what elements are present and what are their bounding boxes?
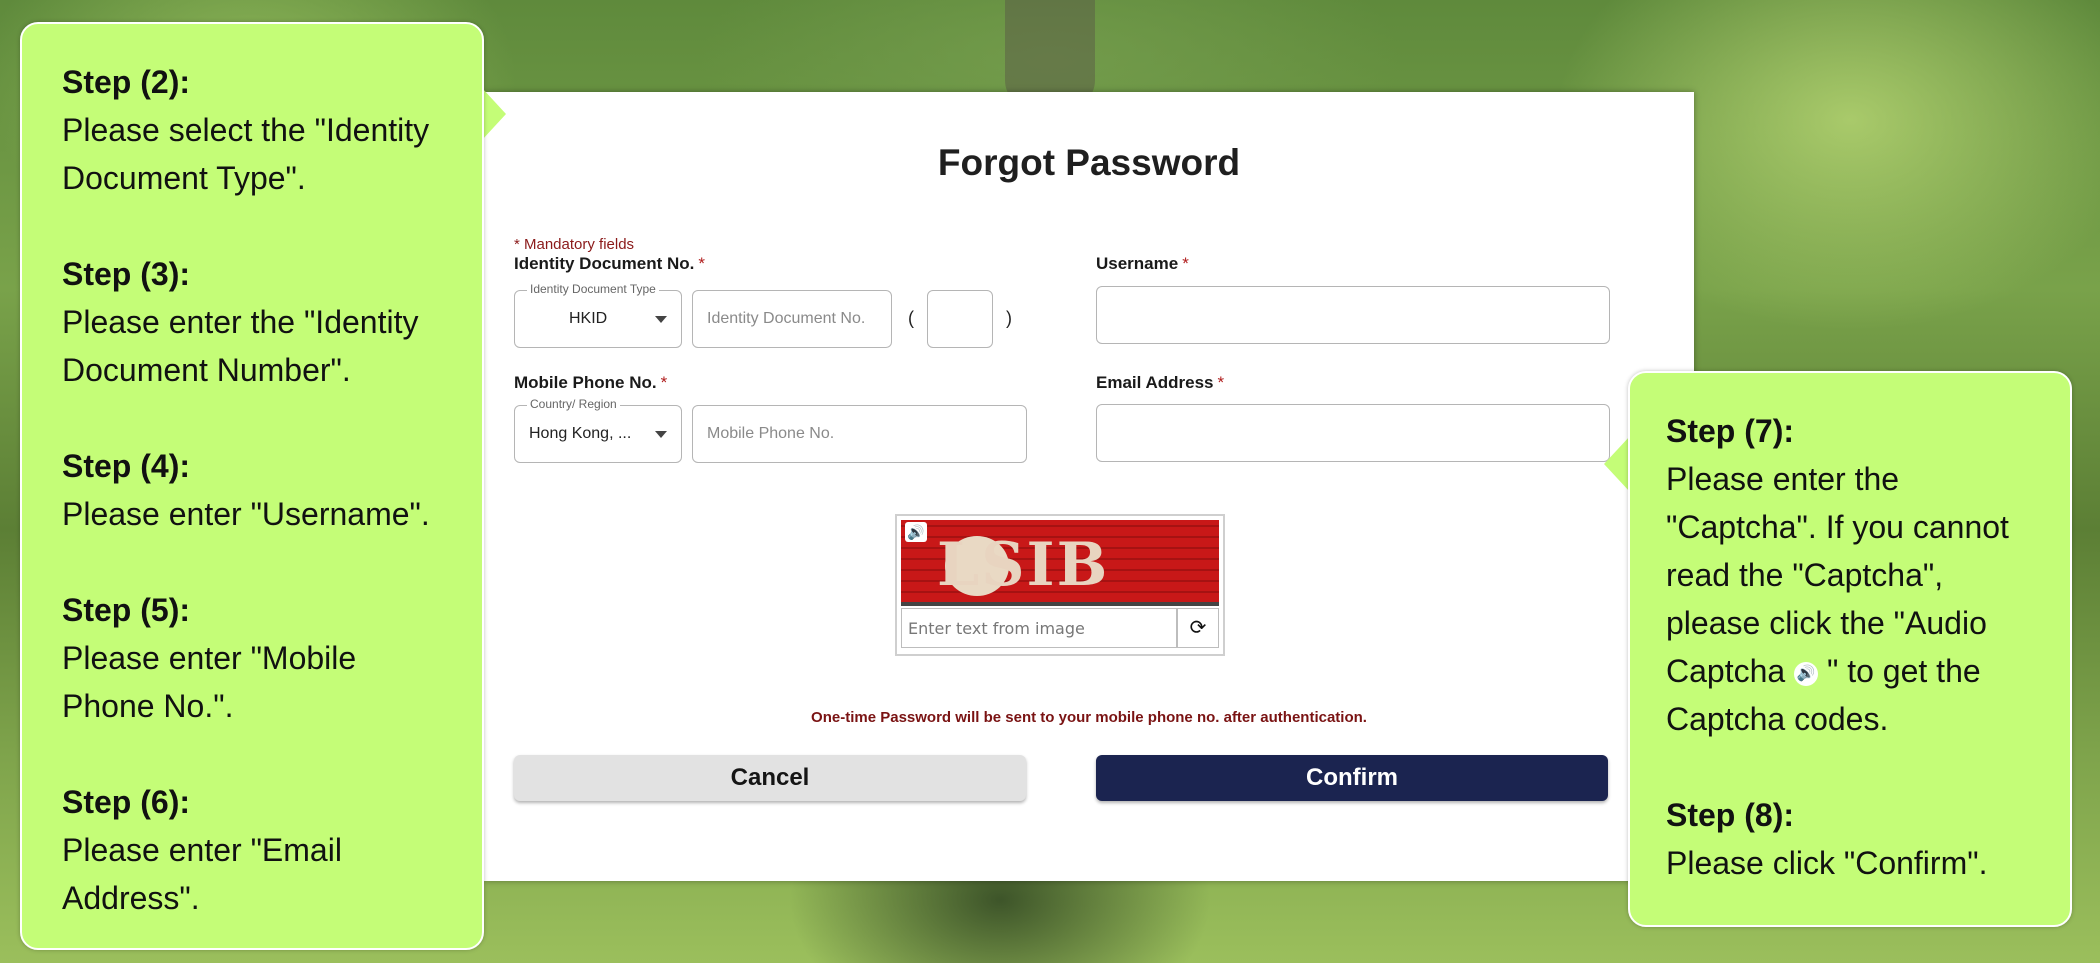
country-region-value: Hong Kong, ...	[529, 425, 632, 442]
open-paren: (	[908, 308, 914, 328]
step-7-line: Captcha 🔊 " to get the	[1666, 647, 2050, 695]
captcha-placeholder: Enter text from image	[908, 619, 1085, 638]
id-doc-type-legend: Identity Document Type	[527, 282, 659, 296]
step-3-title: Step (3):	[62, 256, 190, 292]
forgot-password-form: Forgot Password * Mandatory fields Ident…	[484, 92, 1694, 881]
refresh-captcha-icon[interactable]: ⟳	[1177, 608, 1219, 648]
step-7-line-text: Captcha	[1666, 653, 1786, 689]
cancel-button[interactable]: Cancel	[514, 755, 1026, 801]
confirm-button[interactable]: Confirm	[1096, 755, 1608, 801]
step-8-line: Please click "Confirm".	[1666, 845, 1988, 881]
step-3-line: Please enter the "Identity	[62, 304, 419, 340]
captcha-image: LSIB	[901, 520, 1219, 606]
callout-pointer-left	[482, 88, 506, 140]
chevron-down-icon	[655, 316, 667, 323]
otp-note: One-time Password will be sent to your m…	[811, 709, 1367, 726]
instruction-callout-left: Step (2): Please select the "Identity Do…	[20, 22, 484, 950]
step-6-line: Address".	[62, 880, 200, 916]
close-paren: )	[1006, 308, 1012, 328]
step-3-line: Document Number".	[62, 352, 351, 388]
page-title: Forgot Password	[937, 142, 1241, 183]
step-7-title: Step (7):	[1666, 413, 1794, 449]
required-marker: *	[1217, 373, 1225, 392]
required-marker: *	[660, 373, 668, 392]
id-doc-label-text: Identity Document No.	[514, 254, 695, 273]
id-doc-number-placeholder: Identity Document No.	[707, 310, 866, 327]
check-digit-input[interactable]	[927, 290, 993, 348]
step-7-line: Captcha codes.	[1666, 701, 1889, 737]
step-6-line: Please enter "Email	[62, 832, 342, 868]
step-7-line: Please enter the	[1666, 461, 1900, 497]
captcha-input[interactable]: Enter text from image	[901, 608, 1177, 648]
country-region-select[interactable]: Country/ Region Hong Kong, ...	[514, 397, 682, 463]
step-8-title: Step (8):	[1666, 797, 1794, 833]
step-4-line: Please enter "Username".	[62, 496, 430, 532]
step-7-line-text: " to get the	[1826, 653, 1981, 689]
mobile-label: Mobile Phone No. *	[514, 373, 667, 393]
step-5-title: Step (5):	[62, 592, 190, 628]
captcha-widget: LSIB 🔊 Enter text from image ⟳	[895, 514, 1225, 656]
id-doc-type-select[interactable]: Identity Document Type HKID	[514, 282, 682, 348]
step-2-title: Step (2):	[62, 64, 190, 100]
step-2-line: Please select the "Identity	[62, 112, 430, 148]
username-input[interactable]	[1096, 286, 1610, 344]
id-doc-number-input[interactable]: Identity Document No.	[692, 290, 892, 348]
mobile-number-placeholder: Mobile Phone No.	[707, 425, 835, 442]
mobile-number-input[interactable]: Mobile Phone No.	[692, 405, 1027, 463]
audio-captcha-icon[interactable]: 🔊	[905, 522, 927, 542]
instruction-callout-right: Step (7): Please enter the "Captcha". If…	[1628, 371, 2072, 927]
mandatory-note: * Mandatory fields	[514, 236, 635, 253]
step-5-line: Phone No.".	[62, 688, 234, 724]
username-label-text: Username	[1096, 254, 1179, 273]
mobile-label-text: Mobile Phone No.	[514, 373, 657, 392]
email-label-text: Email Address	[1096, 373, 1214, 392]
step-2-line: Document Type".	[62, 160, 306, 196]
id-doc-type-value: HKID	[569, 310, 608, 327]
email-input[interactable]	[1096, 404, 1610, 462]
captcha-text: LSIB	[937, 530, 1110, 600]
callout-pointer-right	[1604, 436, 1630, 492]
required-marker: *	[1182, 254, 1189, 273]
step-7-line: read the "Captcha",	[1666, 557, 1944, 593]
step-6-title: Step (6):	[62, 784, 190, 820]
country-region-legend: Country/ Region	[527, 397, 620, 411]
username-label: Username *	[1096, 254, 1189, 274]
speaker-icon: 🔊	[1794, 661, 1819, 686]
step-7-line: please click the "Audio	[1666, 605, 1987, 641]
email-label: Email Address *	[1096, 373, 1224, 393]
required-marker: *	[698, 254, 706, 273]
step-5-line: Please enter "Mobile	[62, 640, 357, 676]
chevron-down-icon	[655, 431, 667, 438]
step-7-line: "Captcha". If you cannot	[1666, 509, 2009, 545]
step-4-title: Step (4):	[62, 448, 190, 484]
id-doc-label: Identity Document No. *	[514, 254, 705, 274]
